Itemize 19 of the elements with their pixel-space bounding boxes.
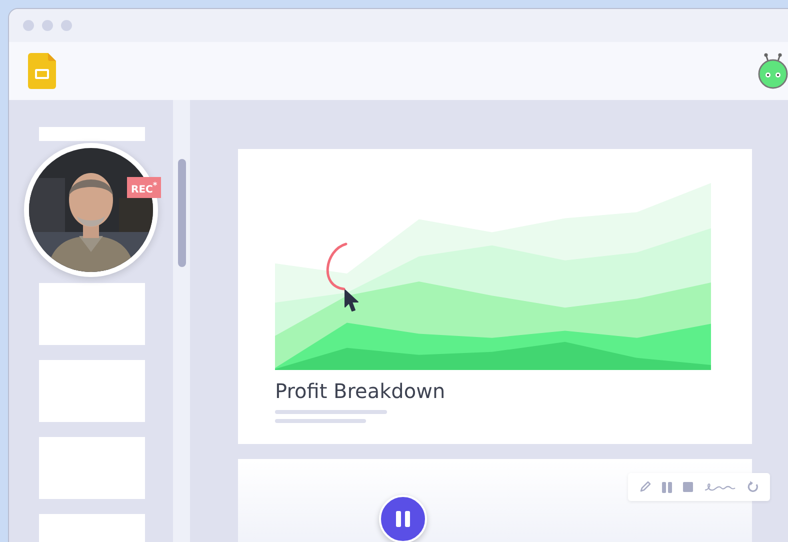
pencil-icon[interactable]: [639, 481, 651, 493]
slide-title: Profit Breakdown: [275, 378, 446, 404]
slide-thumbnail[interactable]: [39, 437, 145, 499]
scrollbar-thumb[interactable]: [178, 159, 186, 267]
stop-icon[interactable]: [683, 482, 693, 492]
robot-avatar-icon[interactable]: [757, 53, 788, 89]
refresh-icon[interactable]: [747, 481, 759, 493]
window-control[interactable]: [42, 20, 53, 31]
slide-thumbnail[interactable]: [39, 127, 145, 141]
cursor-icon: [344, 289, 360, 313]
pause-icon[interactable]: [662, 482, 672, 492]
pause-icon: [396, 511, 410, 527]
slides-document-icon[interactable]: [28, 53, 56, 89]
recording-badge: REC$^{*}$: [127, 177, 162, 198]
slide-thumbnail[interactable]: [39, 360, 145, 422]
squiggle-icon[interactable]: [704, 482, 736, 492]
window-control[interactable]: [61, 20, 72, 31]
slide-thumbnail[interactable]: [39, 283, 145, 345]
window-control[interactable]: [23, 20, 34, 31]
